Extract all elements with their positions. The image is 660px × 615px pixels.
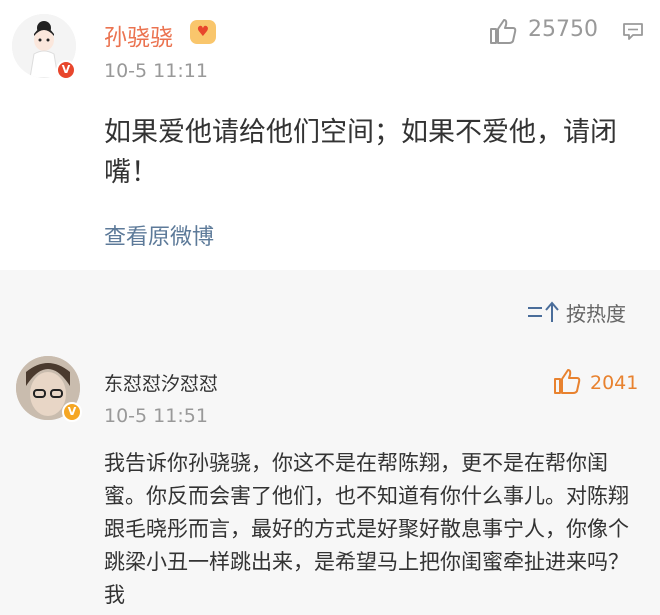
comment-text: 我告诉你孙骁骁，你这不是在帮陈翔，更不是在帮你闺蜜。你反而会害了他们，也不知道有…	[104, 451, 629, 607]
comment-like-count: 2041	[590, 372, 639, 394]
comment-like-button[interactable]	[552, 367, 582, 399]
thumbs-up-icon	[554, 369, 581, 394]
comment-timestamp: 10-5 11:51	[104, 405, 208, 427]
member-badge-icon: ♥	[190, 20, 216, 44]
verified-badge: V	[56, 60, 76, 80]
view-original-weibo-link[interactable]: 查看原微博	[104, 219, 214, 251]
post-text: 如果爱他请给他们空间；如果不爱他，请闭嘴！	[104, 117, 617, 188]
post-author-name[interactable]: 孙骁骁	[104, 18, 173, 52]
comment-icon[interactable]	[622, 22, 644, 40]
post-timestamp: 10-5 11:11	[104, 60, 208, 82]
thumbs-up-icon	[490, 19, 517, 44]
sort-icon[interactable]	[526, 300, 562, 324]
comment-author-name[interactable]: 东怼怼汐怼怼	[104, 369, 218, 396]
post-like-count: 25750	[528, 17, 598, 42]
sort-by-popularity-button[interactable]: 按热度	[566, 298, 626, 327]
post-like-button[interactable]	[488, 17, 518, 45]
verified-badge: V	[62, 402, 82, 422]
